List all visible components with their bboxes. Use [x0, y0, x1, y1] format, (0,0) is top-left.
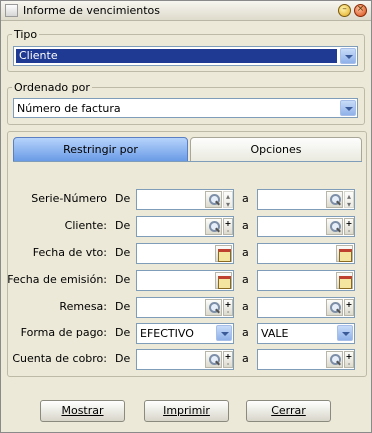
down-icon: ▾ — [346, 200, 351, 209]
filter-from-field[interactable]: + · — [136, 349, 234, 370]
minimize-button[interactable]: – — [338, 4, 351, 17]
filter-to-field[interactable]: + · — [257, 216, 355, 237]
chevron-down-icon[interactable] — [340, 48, 356, 64]
search-icon[interactable] — [326, 299, 343, 316]
filter-from-field[interactable]: EFECTIVO — [136, 323, 234, 344]
imprimir-button[interactable]: Imprimir — [144, 400, 229, 422]
tipo-legend: Tipo — [14, 28, 38, 41]
a-label: a — [242, 273, 249, 286]
add-icon[interactable]: + · — [223, 351, 233, 369]
dot-icon: · — [347, 360, 351, 369]
dot-icon: · — [347, 227, 351, 236]
filter-to-value: VALE — [261, 327, 289, 340]
chevron-down-icon[interactable] — [216, 325, 232, 341]
calendar-icon[interactable] — [215, 272, 232, 289]
dot-icon: · — [226, 227, 230, 236]
de-label: De — [115, 300, 131, 313]
filter-label: Serie-Número — [31, 192, 107, 205]
tab-restringir[interactable]: Restringir por — [13, 137, 188, 162]
ordenado-legend: Ordenado por — [14, 81, 90, 94]
filter-from-field[interactable] — [136, 243, 234, 264]
close-button[interactable]: × — [354, 4, 367, 17]
a-label: a — [242, 192, 249, 205]
a-label: a — [242, 300, 249, 313]
add-icon[interactable]: + · — [223, 299, 233, 317]
search-icon[interactable] — [326, 351, 343, 368]
filter-to-field[interactable]: VALE — [257, 323, 355, 344]
tipo-select[interactable]: Cliente — [13, 46, 358, 66]
filter-from-field[interactable]: + · — [136, 297, 234, 318]
dot-icon: · — [226, 360, 230, 369]
tab-opciones[interactable]: Opciones — [190, 137, 362, 162]
a-label: a — [242, 352, 249, 365]
filter-label: Forma de pago: — [20, 326, 107, 339]
add-icon[interactable]: + · — [344, 218, 354, 236]
cerrar-button[interactable]: Cerrar — [246, 400, 331, 422]
spin-icon[interactable]: ▴ ▾ — [344, 191, 354, 209]
filter-from-value: EFECTIVO — [140, 327, 194, 340]
chevron-down-icon[interactable] — [340, 100, 356, 116]
search-icon[interactable] — [205, 191, 222, 208]
search-icon[interactable] — [326, 218, 343, 235]
search-icon[interactable] — [205, 299, 222, 316]
tab-divider — [13, 161, 362, 162]
dot-icon: · — [347, 308, 351, 317]
a-label: a — [242, 219, 249, 232]
title-bar[interactable]: Informe de vencimientos – × — [1, 1, 371, 21]
filter-from-field[interactable]: ▴ ▾ — [136, 189, 234, 210]
filter-label: Cliente: — [64, 219, 107, 232]
close-icon: × — [356, 4, 365, 14]
mostrar-button[interactable]: Mostrar — [40, 400, 125, 422]
add-icon[interactable]: + · — [344, 351, 354, 369]
filter-label: Fecha de vto: — [32, 246, 107, 259]
a-label: a — [242, 246, 249, 259]
filter-from-field[interactable] — [136, 270, 234, 291]
a-label: a — [242, 326, 249, 339]
add-icon[interactable]: + · — [344, 299, 354, 317]
filter-from-field[interactable]: + · — [136, 216, 234, 237]
window-title: Informe de vencimientos — [23, 4, 161, 17]
chevron-down-icon[interactable] — [337, 325, 353, 341]
de-label: De — [115, 326, 131, 339]
calendar-icon[interactable] — [336, 272, 353, 289]
filter-to-field[interactable]: + · — [257, 297, 355, 318]
de-label: De — [115, 352, 131, 365]
tipo-value: Cliente — [16, 49, 337, 63]
filter-to-field[interactable] — [257, 270, 355, 291]
de-label: De — [115, 273, 131, 286]
search-icon[interactable] — [205, 351, 222, 368]
calendar-icon[interactable] — [336, 245, 353, 262]
spin-icon[interactable]: ▴ ▾ — [223, 191, 233, 209]
search-icon[interactable] — [326, 191, 343, 208]
add-icon[interactable]: + · — [223, 218, 233, 236]
filter-label: Remesa: — [59, 300, 107, 313]
search-icon[interactable] — [205, 218, 222, 235]
filter-to-field[interactable]: + · — [257, 349, 355, 370]
filter-label: Cuenta de cobro: — [12, 352, 107, 365]
app-icon — [5, 4, 18, 17]
ordenado-value: Número de factura — [17, 102, 121, 115]
de-label: De — [115, 192, 131, 205]
de-label: De — [115, 246, 131, 259]
de-label: De — [115, 219, 131, 232]
filter-to-field[interactable] — [257, 243, 355, 264]
dot-icon: · — [226, 308, 230, 317]
minimize-icon: – — [342, 4, 347, 14]
calendar-icon[interactable] — [215, 245, 232, 262]
ordenado-select[interactable]: Número de factura — [13, 98, 358, 118]
filter-label: Fecha de emisión: — [7, 273, 107, 286]
filter-to-field[interactable]: ▴ ▾ — [257, 189, 355, 210]
report-window: Informe de vencimientos – × Tipo Cliente… — [0, 0, 372, 433]
down-icon: ▾ — [225, 200, 230, 209]
